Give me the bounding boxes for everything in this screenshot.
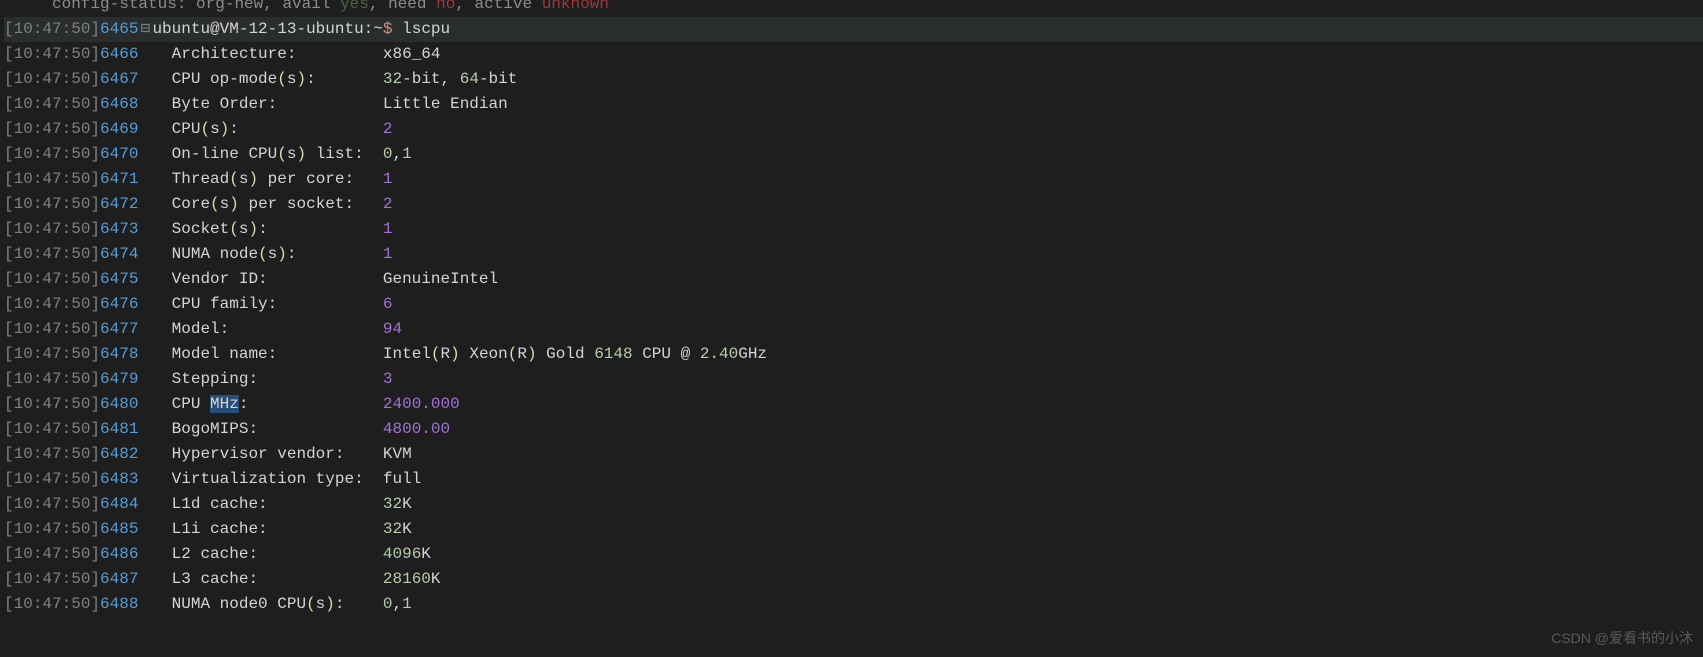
output-line: [10:47:50] 6479 Stepping: 3 bbox=[4, 367, 1703, 392]
output-line: [10:47:50] 6484 L1d cache: 32K bbox=[4, 492, 1703, 517]
output-line: [10:47:50] 6480 CPU MHz: 2400.000 bbox=[4, 392, 1703, 417]
output-line: [10:47:50] 6474 NUMA node(s): 1 bbox=[4, 242, 1703, 267]
prompt-line: [10:47:50] 6465 ⊟ ubuntu@VM-12-13-ubuntu… bbox=[4, 17, 1703, 42]
output-line: [10:47:50] 6475 Vendor ID: GenuineIntel bbox=[4, 267, 1703, 292]
output-line: config-status: org-new, avail yes, need … bbox=[4, 0, 1703, 17]
output-line: [10:47:50] 6470 On-line CPU(s) list: 0,1 bbox=[4, 142, 1703, 167]
output-line: [10:47:50] 6488 NUMA node0 CPU(s): 0,1 bbox=[4, 592, 1703, 617]
output-line: [10:47:50] 6482 Hypervisor vendor: KVM bbox=[4, 442, 1703, 467]
output-line: [10:47:50] 6486 L2 cache: 4096K bbox=[4, 542, 1703, 567]
output-line: [10:47:50] 6485 L1i cache: 32K bbox=[4, 517, 1703, 542]
output-line: [10:47:50] 6483 Virtualization type: ful… bbox=[4, 467, 1703, 492]
output-line: [10:47:50] 6476 CPU family: 6 bbox=[4, 292, 1703, 317]
output-line: [10:47:50] 6468 Byte Order: Little Endia… bbox=[4, 92, 1703, 117]
output-line: [10:47:50] 6466 Architecture: x86_64 bbox=[4, 42, 1703, 67]
output-line: [10:47:50] 6478 Model name: Intel(R) Xeo… bbox=[4, 342, 1703, 367]
output-line: [10:47:50] 6472 Core(s) per socket: 2 bbox=[4, 192, 1703, 217]
output-line: [10:47:50] 6473 Socket(s): 1 bbox=[4, 217, 1703, 242]
output-line: [10:47:50] 6469 CPU(s): 2 bbox=[4, 117, 1703, 142]
watermark: CSDN @爱看书的小沐 bbox=[1551, 626, 1693, 651]
output-line: [10:47:50] 6487 L3 cache: 28160K bbox=[4, 567, 1703, 592]
output-line: [10:47:50] 6467 CPU op-mode(s): 32-bit, … bbox=[4, 67, 1703, 92]
output-line: [10:47:50] 6477 Model: 94 bbox=[4, 317, 1703, 342]
output-line: [10:47:50] 6471 Thread(s) per core: 1 bbox=[4, 167, 1703, 192]
terminal-output[interactable]: config-status: org-new, avail yes, need … bbox=[0, 0, 1703, 617]
output-line: [10:47:50] 6481 BogoMIPS: 4800.00 bbox=[4, 417, 1703, 442]
